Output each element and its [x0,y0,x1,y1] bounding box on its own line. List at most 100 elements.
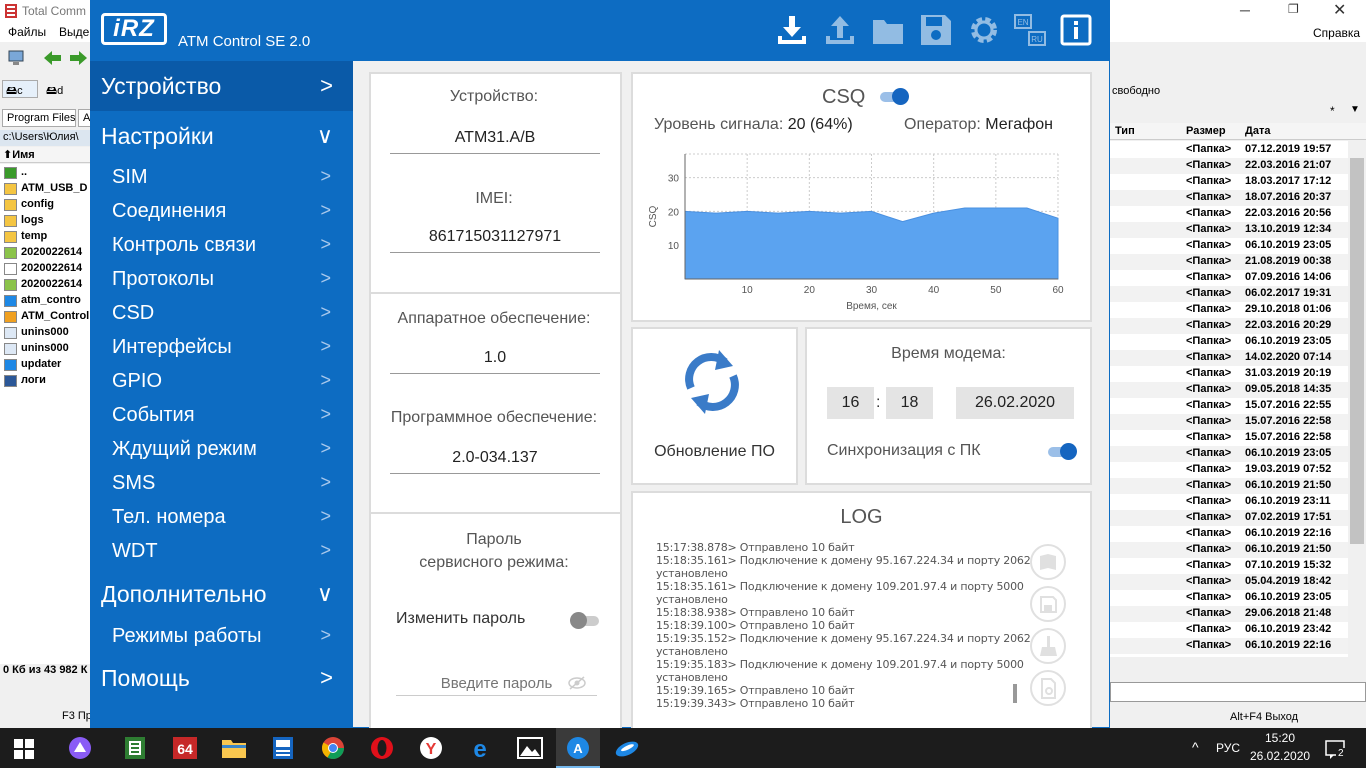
right-file-row[interactable]: <Папка> 18.03.2017 17:12 [1110,174,1348,190]
file-explorer-icon[interactable] [221,736,247,760]
info-icon[interactable] [1060,14,1092,46]
right-file-row[interactable]: <Папка> 29.10.2018 01:06 [1110,302,1348,318]
log-search-button[interactable] [1030,670,1066,706]
right-file-row[interactable]: <Папка> 06.10.2019 23:05 [1110,334,1348,350]
left-file-row[interactable]: ATM_Control [0,309,90,325]
aida64-icon[interactable]: 64 [172,736,198,760]
f3-view-button[interactable]: F3 Пр [62,710,92,722]
right-file-row[interactable]: <Папка> 31.03.2019 20:19 [1110,366,1348,382]
nav-sub-item[interactable]: Протоколы > [90,263,353,297]
left-file-row[interactable]: updater [0,357,90,373]
photos-icon[interactable] [517,736,543,760]
folder-icon[interactable] [872,14,904,46]
log-scrollbar-thumb[interactable] [1013,684,1017,703]
left-file-row[interactable]: логи [0,373,90,389]
log-clear-button[interactable] [1030,628,1066,664]
log-book-button[interactable] [1030,544,1066,580]
nav-sub-item[interactable]: События > [90,399,353,433]
right-file-row[interactable]: <Папка> 07.02.2019 17:51 [1110,510,1348,526]
filter-star[interactable]: * [1330,104,1335,118]
drive-c-button[interactable]: 🖴c [2,80,38,98]
alt-f4-exit-button[interactable]: Alt+F4 Выход [1230,711,1298,723]
eye-hidden-icon[interactable] [568,676,586,690]
chevron-up-icon[interactable]: ^ [1192,739,1199,755]
left-path[interactable]: c:\Users\Юлия\ [0,130,90,146]
nav-sub-item[interactable]: Интерфейсы > [90,331,353,365]
right-file-row[interactable]: <Папка> 13.10.2019 12:34 [1110,222,1348,238]
opera-icon[interactable] [369,736,395,760]
log-save-button[interactable] [1030,586,1066,622]
right-file-row[interactable]: <Папка> 05.04.2019 18:42 [1110,574,1348,590]
forward-arrow-icon[interactable] [70,51,88,65]
right-file-row[interactable]: <Папка> 07.12.2019 19:57 [1110,142,1348,158]
right-file-row[interactable]: <Папка> 21.08.2019 00:38 [1110,254,1348,270]
right-file-row[interactable]: <Папка> 29.06.2018 21:48 [1110,606,1348,622]
tab-program-files[interactable]: Program Files [2,109,76,127]
change-password-toggle[interactable] [570,612,599,629]
nav-help[interactable]: Помощь > [90,653,353,703]
atm-control-icon[interactable]: A [565,736,591,760]
right-scrollbar-thumb[interactable] [1350,158,1364,544]
yandex-browser-icon[interactable]: Y [418,736,444,760]
right-file-row[interactable]: <Папка> 18.07.2016 20:37 [1110,190,1348,206]
header-date[interactable]: Дата [1245,125,1270,137]
nav-settings[interactable]: Настройки ∨ [90,111,353,161]
left-file-row[interactable]: 2020022614 [0,261,90,277]
csq-toggle[interactable] [880,88,909,105]
menu-files[interactable]: Файлы [8,25,46,39]
nav-sub-item[interactable]: WDT > [90,535,353,569]
nav-additional[interactable]: Дополнительно ∨ [90,569,353,619]
language-indicator[interactable]: РУС [1216,741,1240,755]
right-file-row[interactable]: <Папка> 06.10.2019 23:42 [1110,622,1348,638]
left-file-row[interactable]: temp [0,229,90,245]
left-file-row[interactable]: 2020022614 [0,245,90,261]
sync-pc-toggle[interactable] [1048,443,1077,460]
clock-date[interactable]: 26.02.2020 [1250,749,1310,763]
left-file-row[interactable]: unins000 [0,325,90,341]
total-commander-icon[interactable] [270,736,296,760]
command-line[interactable] [1110,682,1366,702]
download-icon[interactable] [776,14,808,46]
minimize-icon[interactable]: ─ [1240,2,1250,18]
menu-select[interactable]: Выде [59,25,89,39]
right-file-row[interactable]: <Папка> 06.10.2019 23:11 [1110,494,1348,510]
right-file-row[interactable]: <Папка> 07.10.2019 15:32 [1110,558,1348,574]
hour-field[interactable]: 16 [827,387,874,419]
windows-start-icon[interactable] [14,739,34,759]
refresh-icon[interactable] [681,348,743,416]
right-file-row[interactable]: <Папка> 06.10.2019 23:05 [1110,590,1348,606]
close-icon[interactable]: ✕ [1333,0,1346,20]
nav-sub-item[interactable]: Контроль связи > [90,229,353,263]
nav-sub-item[interactable]: Тел. номера > [90,501,353,535]
right-file-row[interactable]: <Папка> 06.10.2019 21:50 [1110,542,1348,558]
clock-time[interactable]: 15:20 [1250,731,1310,745]
nav-sub-item[interactable]: SMS > [90,467,353,501]
left-file-row[interactable]: config [0,197,90,213]
password-input[interactable] [396,672,597,696]
right-file-row[interactable]: <Папка> 22.03.2016 21:07 [1110,158,1348,174]
nav-modes[interactable]: Режимы работы > [90,620,353,654]
right-file-row[interactable]: <Папка> 06.10.2019 23:05 [1110,238,1348,254]
left-file-row[interactable]: 2020022614 [0,277,90,293]
restore-icon[interactable]: ❐ [1288,2,1299,16]
nav-device[interactable]: Устройство > [90,61,353,111]
right-file-row[interactable]: <Папка> 09.05.2018 14:35 [1110,382,1348,398]
right-file-row[interactable]: <Папка> 19.03.2019 07:52 [1110,462,1348,478]
nav-sub-item[interactable]: GPIO > [90,365,353,399]
right-file-row[interactable]: <Папка> 07.09.2016 14:06 [1110,270,1348,286]
drive-d-button[interactable]: 🖴d [42,80,78,98]
alice-icon[interactable] [67,736,93,760]
left-header-name[interactable]: ⬆Имя [0,147,90,163]
left-file-row[interactable]: .. [0,165,90,181]
left-file-row[interactable]: atm_contro [0,293,90,309]
chrome-icon[interactable] [320,736,346,760]
header-type[interactable]: Тип [1115,125,1135,137]
right-file-row[interactable]: <Папка> 06.02.2017 19:31 [1110,286,1348,302]
save-icon[interactable] [920,14,952,46]
right-file-row[interactable]: <Папка> 06.10.2019 23:05 [1110,446,1348,462]
app-icon[interactable] [614,736,640,760]
language-icon[interactable]: ENRU [1014,14,1046,46]
right-file-row[interactable]: <Папка> 22.03.2016 20:56 [1110,206,1348,222]
nav-sub-item[interactable]: Соединения > [90,195,353,229]
right-file-row[interactable]: <Папка> 06.10.2019 22:16 [1110,526,1348,542]
